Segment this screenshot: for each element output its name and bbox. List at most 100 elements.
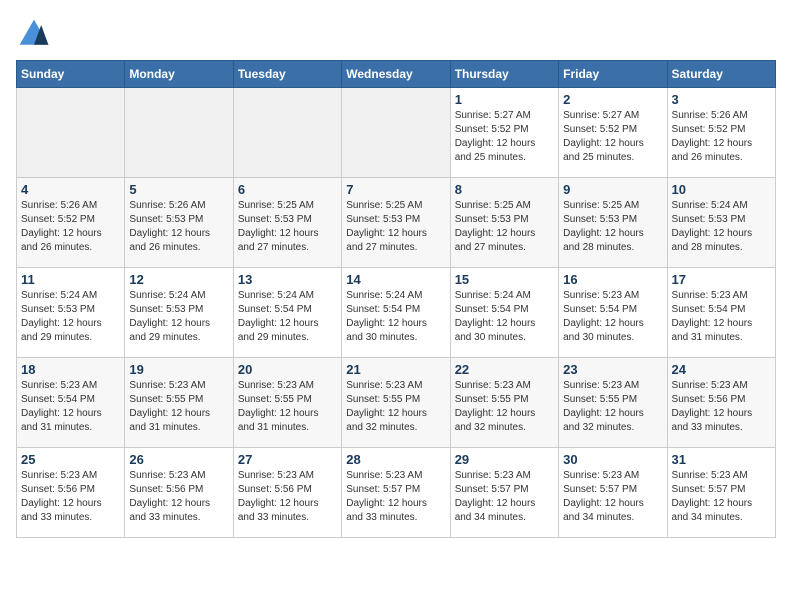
calendar-cell: 31Sunrise: 5:23 AM Sunset: 5:57 PM Dayli… [667, 448, 775, 538]
day-info: Sunrise: 5:23 AM Sunset: 5:55 PM Dayligh… [455, 379, 554, 435]
calendar-cell: 6 Sunrise: 5:25 AM Sunset: 5:53 PM Daylig… [233, 178, 341, 268]
calendar-cell: 10 Sunrise: 5:24 AM Sunset: 5:53 PM Dayli… [667, 178, 775, 268]
weekday-header-sunday: Sunday [17, 61, 125, 88]
calendar-cell: 12Sunrise: 5:24 AM Sunset: 5:53 PM Dayli… [125, 268, 233, 358]
day-number: 2 [563, 92, 662, 107]
day-info: Sunrise: 5:23 AM Sunset: 5:55 PM Dayligh… [238, 379, 337, 435]
day-number: 21 [346, 362, 445, 377]
day-info: Sunrise: 5:23 AM Sunset: 5:56 PM Dayligh… [129, 469, 228, 525]
calendar-cell: 11 Sunrise: 5:24 AM Sunset: 5:53 PM Dayli… [17, 268, 125, 358]
calendar-cell [17, 88, 125, 178]
calendar-cell: 4 Sunrise: 5:26 AM Sunset: 5:52 PM Daylig… [17, 178, 125, 268]
calendar-cell: 2 Sunrise: 5:27 AM Sunset: 5:52 PM Daylig… [559, 88, 667, 178]
calendar-cell: 27 Sunrise: 5:23 AM Sunset: 5:56 PM Dayli… [233, 448, 341, 538]
day-info: Sunrise: 5:24 AM Sunset: 5:54 PM Dayligh… [455, 289, 554, 345]
day-info: Sunrise: 5:24 AM Sunset: 5:54 PM Dayligh… [238, 289, 337, 345]
day-number: 28 [346, 452, 445, 467]
calendar-cell [125, 88, 233, 178]
day-number: 11 [21, 272, 120, 287]
day-number: 9 [563, 182, 662, 197]
calendar-cell: 28 Sunrise: 5:23 AM Sunset: 5:57 PM Dayli… [342, 448, 450, 538]
day-info: Sunrise: 5:23 AM Sunset: 5:57 PM Dayligh… [455, 469, 554, 525]
day-info: Sunrise: 5:24 AM Sunset: 5:53 PM Dayligh… [672, 199, 771, 255]
calendar-cell: 9Sunrise: 5:25 AM Sunset: 5:53 PM Daylig… [559, 178, 667, 268]
day-info: Sunrise: 5:23 AM Sunset: 5:55 PM Dayligh… [563, 379, 662, 435]
calendar-cell: 1Sunrise: 5:27 AM Sunset: 5:52 PM Daylig… [450, 88, 558, 178]
calendar-cell: 14Sunrise: 5:24 AM Sunset: 5:54 PM Dayli… [342, 268, 450, 358]
day-number: 7 [346, 182, 445, 197]
day-info: Sunrise: 5:23 AM Sunset: 5:57 PM Dayligh… [563, 469, 662, 525]
day-info: Sunrise: 5:26 AM Sunset: 5:52 PM Dayligh… [21, 199, 120, 255]
page-header [16, 16, 776, 52]
calendar-cell: 18 Sunrise: 5:23 AM Sunset: 5:54 PM Dayli… [17, 358, 125, 448]
calendar-cell: 13Sunrise: 5:24 AM Sunset: 5:54 PM Dayli… [233, 268, 341, 358]
day-info: Sunrise: 5:25 AM Sunset: 5:53 PM Dayligh… [455, 199, 554, 255]
calendar-week-0: 1Sunrise: 5:27 AM Sunset: 5:52 PM Daylig… [17, 88, 776, 178]
calendar-cell: 16 Sunrise: 5:23 AM Sunset: 5:54 PM Dayli… [559, 268, 667, 358]
day-info: Sunrise: 5:23 AM Sunset: 5:54 PM Dayligh… [563, 289, 662, 345]
calendar-cell: 24Sunrise: 5:23 AM Sunset: 5:56 PM Dayli… [667, 358, 775, 448]
day-info: Sunrise: 5:23 AM Sunset: 5:56 PM Dayligh… [238, 469, 337, 525]
calendar-cell: 30 Sunrise: 5:23 AM Sunset: 5:57 PM Dayli… [559, 448, 667, 538]
calendar-week-4: 25 Sunrise: 5:23 AM Sunset: 5:56 PM Dayli… [17, 448, 776, 538]
calendar-cell: 22 Sunrise: 5:23 AM Sunset: 5:55 PM Dayli… [450, 358, 558, 448]
calendar-cell: 5 Sunrise: 5:26 AM Sunset: 5:53 PM Daylig… [125, 178, 233, 268]
day-number: 18 [21, 362, 120, 377]
weekday-header-thursday: Thursday [450, 61, 558, 88]
day-info: Sunrise: 5:26 AM Sunset: 5:52 PM Dayligh… [672, 109, 771, 165]
logo [16, 16, 56, 52]
day-number: 10 [672, 182, 771, 197]
calendar-cell: 21Sunrise: 5:23 AM Sunset: 5:55 PM Dayli… [342, 358, 450, 448]
day-number: 15 [455, 272, 554, 287]
calendar-week-2: 11 Sunrise: 5:24 AM Sunset: 5:53 PM Dayli… [17, 268, 776, 358]
day-number: 17 [672, 272, 771, 287]
day-number: 26 [129, 452, 228, 467]
day-number: 19 [129, 362, 228, 377]
calendar-cell: 7 Sunrise: 5:25 AM Sunset: 5:53 PM Daylig… [342, 178, 450, 268]
calendar-header: SundayMondayTuesdayWednesdayThursdayFrid… [17, 61, 776, 88]
day-number: 16 [563, 272, 662, 287]
calendar-cell: 25 Sunrise: 5:23 AM Sunset: 5:56 PM Dayli… [17, 448, 125, 538]
day-number: 25 [21, 452, 120, 467]
calendar-cell [342, 88, 450, 178]
day-info: Sunrise: 5:24 AM Sunset: 5:53 PM Dayligh… [21, 289, 120, 345]
day-number: 3 [672, 92, 771, 107]
day-info: Sunrise: 5:23 AM Sunset: 5:56 PM Dayligh… [21, 469, 120, 525]
day-number: 12 [129, 272, 228, 287]
day-number: 5 [129, 182, 228, 197]
day-number: 4 [21, 182, 120, 197]
day-info: Sunrise: 5:23 AM Sunset: 5:56 PM Dayligh… [672, 379, 771, 435]
calendar-week-1: 4 Sunrise: 5:26 AM Sunset: 5:52 PM Daylig… [17, 178, 776, 268]
weekday-header-saturday: Saturday [667, 61, 775, 88]
calendar-cell: 17 Sunrise: 5:23 AM Sunset: 5:54 PM Dayli… [667, 268, 775, 358]
day-info: Sunrise: 5:23 AM Sunset: 5:54 PM Dayligh… [672, 289, 771, 345]
day-number: 23 [563, 362, 662, 377]
day-info: Sunrise: 5:23 AM Sunset: 5:57 PM Dayligh… [346, 469, 445, 525]
weekday-header-friday: Friday [559, 61, 667, 88]
day-info: Sunrise: 5:25 AM Sunset: 5:53 PM Dayligh… [346, 199, 445, 255]
day-number: 8 [455, 182, 554, 197]
calendar-cell: 29Sunrise: 5:23 AM Sunset: 5:57 PM Dayli… [450, 448, 558, 538]
day-number: 20 [238, 362, 337, 377]
calendar-cell: 3 Sunrise: 5:26 AM Sunset: 5:52 PM Daylig… [667, 88, 775, 178]
day-info: Sunrise: 5:25 AM Sunset: 5:53 PM Dayligh… [238, 199, 337, 255]
day-info: Sunrise: 5:27 AM Sunset: 5:52 PM Dayligh… [563, 109, 662, 165]
day-number: 30 [563, 452, 662, 467]
day-number: 6 [238, 182, 337, 197]
calendar-cell: 19 Sunrise: 5:23 AM Sunset: 5:55 PM Dayli… [125, 358, 233, 448]
calendar-week-3: 18 Sunrise: 5:23 AM Sunset: 5:54 PM Dayli… [17, 358, 776, 448]
calendar-cell: 20 Sunrise: 5:23 AM Sunset: 5:55 PM Dayli… [233, 358, 341, 448]
day-info: Sunrise: 5:27 AM Sunset: 5:52 PM Dayligh… [455, 109, 554, 165]
day-number: 22 [455, 362, 554, 377]
day-number: 27 [238, 452, 337, 467]
weekday-header-tuesday: Tuesday [233, 61, 341, 88]
logo-icon [16, 16, 52, 52]
calendar-cell: 8 Sunrise: 5:25 AM Sunset: 5:53 PM Daylig… [450, 178, 558, 268]
day-info: Sunrise: 5:23 AM Sunset: 5:55 PM Dayligh… [129, 379, 228, 435]
calendar-cell: 23 Sunrise: 5:23 AM Sunset: 5:55 PM Dayli… [559, 358, 667, 448]
day-info: Sunrise: 5:23 AM Sunset: 5:54 PM Dayligh… [21, 379, 120, 435]
day-number: 14 [346, 272, 445, 287]
day-info: Sunrise: 5:26 AM Sunset: 5:53 PM Dayligh… [129, 199, 228, 255]
calendar-table: SundayMondayTuesdayWednesdayThursdayFrid… [16, 60, 776, 538]
calendar-cell: 15 Sunrise: 5:24 AM Sunset: 5:54 PM Dayli… [450, 268, 558, 358]
